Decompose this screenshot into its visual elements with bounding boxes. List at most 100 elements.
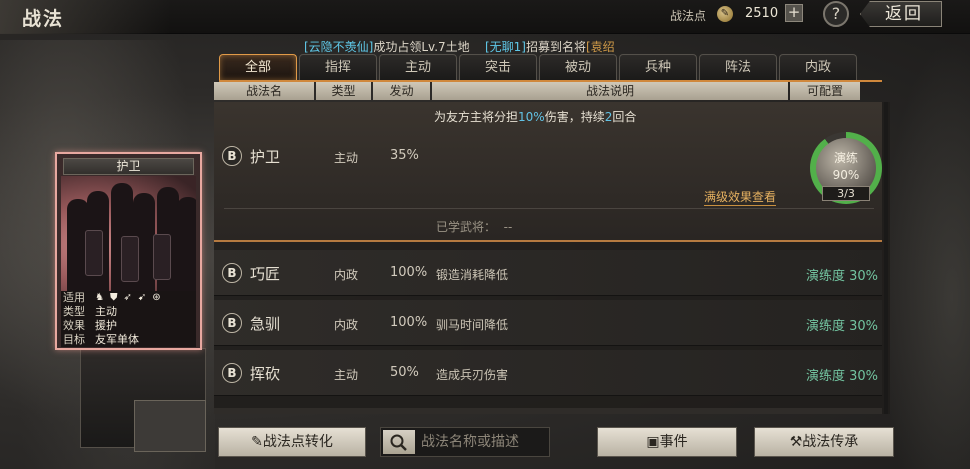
tab-troop[interactable]: 兵种 [619,54,697,80]
full-effect-link[interactable]: 满级效果查看 [704,188,777,206]
tactic-type: 内政 [334,318,359,332]
learned-value: -- [503,220,513,234]
grade-badge: B [222,363,242,383]
card-title: 护卫 [63,158,194,175]
card-value: 援护 [95,319,117,332]
page-title: 战法 [22,8,65,30]
tactic-name: 巧匠 [250,265,281,283]
add-points-button[interactable]: + [785,4,803,22]
card-row-type: 类型 主动 [61,305,196,319]
learned-generals: 已学武将： -- [436,218,512,235]
header-type[interactable]: 类型 [316,82,371,100]
tactic-points-icon: ✎ [717,6,733,22]
grade-badge: B [222,263,242,283]
tactic-desc: 锻造消耗降低 [436,268,509,282]
practice-count: 3/3 [822,186,870,201]
tactic-row[interactable]: B 挥砍 主动 50% 造成兵刃伤害 演练度 30% [214,350,882,396]
inherit-label: 战法传承 [802,434,859,450]
tactic-points-label: 战法点 [670,9,707,23]
card-stack-back-2 [134,400,206,452]
card-key: 效果 [63,319,85,332]
events-label: 事件 [659,434,688,450]
card-key: 适用 [63,291,85,304]
tactic-rate: 50% [390,365,419,380]
card-key: 类型 [63,305,85,318]
desc-text: 回合 [612,110,637,124]
header-desc: 战法说明 [432,82,788,100]
shield-shape [85,230,103,276]
card-row-units: 适用 ♞ ⛊ ➶ ➹ ⊛ [61,291,196,305]
list-scrollbar[interactable] [884,102,888,414]
help-button[interactable]: ? [823,1,849,27]
tactic-name: 挥砍 [250,365,281,383]
tactic-points-value: 2510 [745,6,779,21]
tactic-description: 为友方主将分担10%伤害，持续2回合 [434,108,636,125]
card-value: 主动 [95,305,117,318]
search-button[interactable] [383,430,415,454]
tactic-type: 主动 [334,151,359,165]
tab-domestic[interactable]: 内政 [779,54,857,80]
ticker-text-b: 招募到名将 [525,40,586,54]
header-config[interactable]: 可配置 [790,82,860,100]
shield-shape [121,236,139,282]
column-headers: 战法名 类型 发动 战法说明 可配置 [214,82,860,100]
tab-all[interactable]: 全部 [219,54,297,80]
tab-formation[interactable]: 阵法 [699,54,777,80]
tactic-row[interactable]: B 巧匠 内政 100% 锻造消耗降低 演练度 30% [214,250,882,296]
back-button[interactable]: 返回 [860,1,942,27]
shield-icon: ⛊ [109,292,118,303]
events-button[interactable]: ▣事件 [597,427,737,457]
ticker-text-a: 成功占领Lv.7土地 [373,40,470,54]
tab-passive[interactable]: 被动 [539,54,617,80]
header-rate[interactable]: 发动 [373,82,430,100]
card-key: 目标 [63,333,85,346]
convert-icon: ✎ [251,434,263,450]
practice-percent: 90% [832,168,860,182]
tactic-type: 内政 [334,268,359,282]
desc-text: 为友方主将分担 [434,110,519,124]
card-row-effect: 效果 援护 [61,319,196,333]
search-box[interactable] [380,427,550,457]
tactic-proficiency: 演练度 30% [805,319,878,334]
grade-badge: B [222,313,242,333]
tab-active[interactable]: 主动 [379,54,457,80]
tab-command[interactable]: 指挥 [299,54,377,80]
tactic-row[interactable]: B 急驯 内政 100% 驯马时间降低 演练度 30% [214,300,882,346]
tactic-desc: 驯马时间降低 [436,318,509,332]
header-name[interactable]: 战法名 [214,82,314,100]
hammer-icon: ⚒ [789,434,803,450]
tactic-row-partial[interactable] [214,408,882,414]
desc-text: 伤害，持续 [544,110,605,124]
siege-icon: ⊛ [152,292,161,303]
events-icon: ▣ [646,434,660,450]
soldier-silhouette [177,197,196,291]
card-value: 友军单体 [95,333,139,346]
inherit-button[interactable]: ⚒战法传承 [754,427,894,457]
convert-points-button[interactable]: ✎战法点转化 [218,427,366,457]
category-tabs: 全部 指挥 主动 突击 被动 兵种 阵法 内政 [219,54,857,80]
tactic-row-expanded[interactable]: 为友方主将分担10%伤害，持续2回合 B 护卫 主动 35% 演练 90% 3/… [214,102,882,242]
top-bar: 战法 战法点 ✎ 2510 + ? 返回 [0,0,970,34]
selected-tactic-card[interactable]: 护卫 适用 ♞ ⛊ ➶ ➹ ⊛ 类型 主动 效果 援护 目标 友军单体 [55,152,202,350]
card-row-target: 目标 友军单体 [61,333,196,347]
tactic-proficiency: 演练度 30% [805,269,878,284]
convert-label: 战法点转化 [262,434,333,450]
ticker-player-b: [无聊1] [484,40,526,54]
grade-badge: B [222,146,242,166]
broadcast-ticker: [云隐不羡仙]成功占领Lv.7土地 [无聊1]招募到名将[袁绍 [304,38,615,55]
tactic-rate: 100% [390,315,428,330]
tactic-type: 主动 [334,368,359,382]
tactic-rate: 100% [390,265,428,280]
ink-painting-right [880,40,970,469]
ticker-general: [袁绍 [585,40,615,54]
card-artwork [61,176,196,291]
shield-shape [153,234,171,280]
learned-label: 已学武将： [436,220,497,234]
bow-icon: ➶ [123,292,132,303]
tab-assault[interactable]: 突击 [459,54,537,80]
search-icon [390,434,407,451]
row-divider [224,208,874,209]
unit-icons: ♞ ⛊ ➶ ➹ ⊛ [95,291,161,305]
search-input[interactable] [421,432,545,452]
desc-number: 10% [518,110,545,124]
